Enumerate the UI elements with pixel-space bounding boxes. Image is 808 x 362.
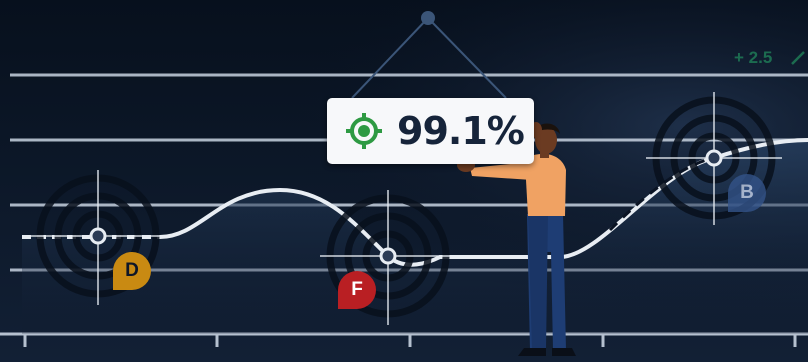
marker-badge-f: F — [338, 271, 376, 309]
point-d — [89, 227, 107, 245]
hanging-pin — [421, 11, 435, 25]
point-b — [705, 149, 723, 167]
score-value: 99.1% — [397, 109, 525, 153]
illustration-scene: 99.1% + 2.5 D F B — [0, 0, 808, 362]
marker-badge-d: D — [113, 252, 151, 290]
chart-background — [0, 0, 808, 362]
point-f — [379, 247, 397, 265]
marker-badge-b: B — [728, 174, 766, 212]
score-card: 99.1% — [327, 98, 534, 164]
target-icon — [346, 113, 382, 149]
delta-label: + 2.5 — [734, 48, 773, 67]
